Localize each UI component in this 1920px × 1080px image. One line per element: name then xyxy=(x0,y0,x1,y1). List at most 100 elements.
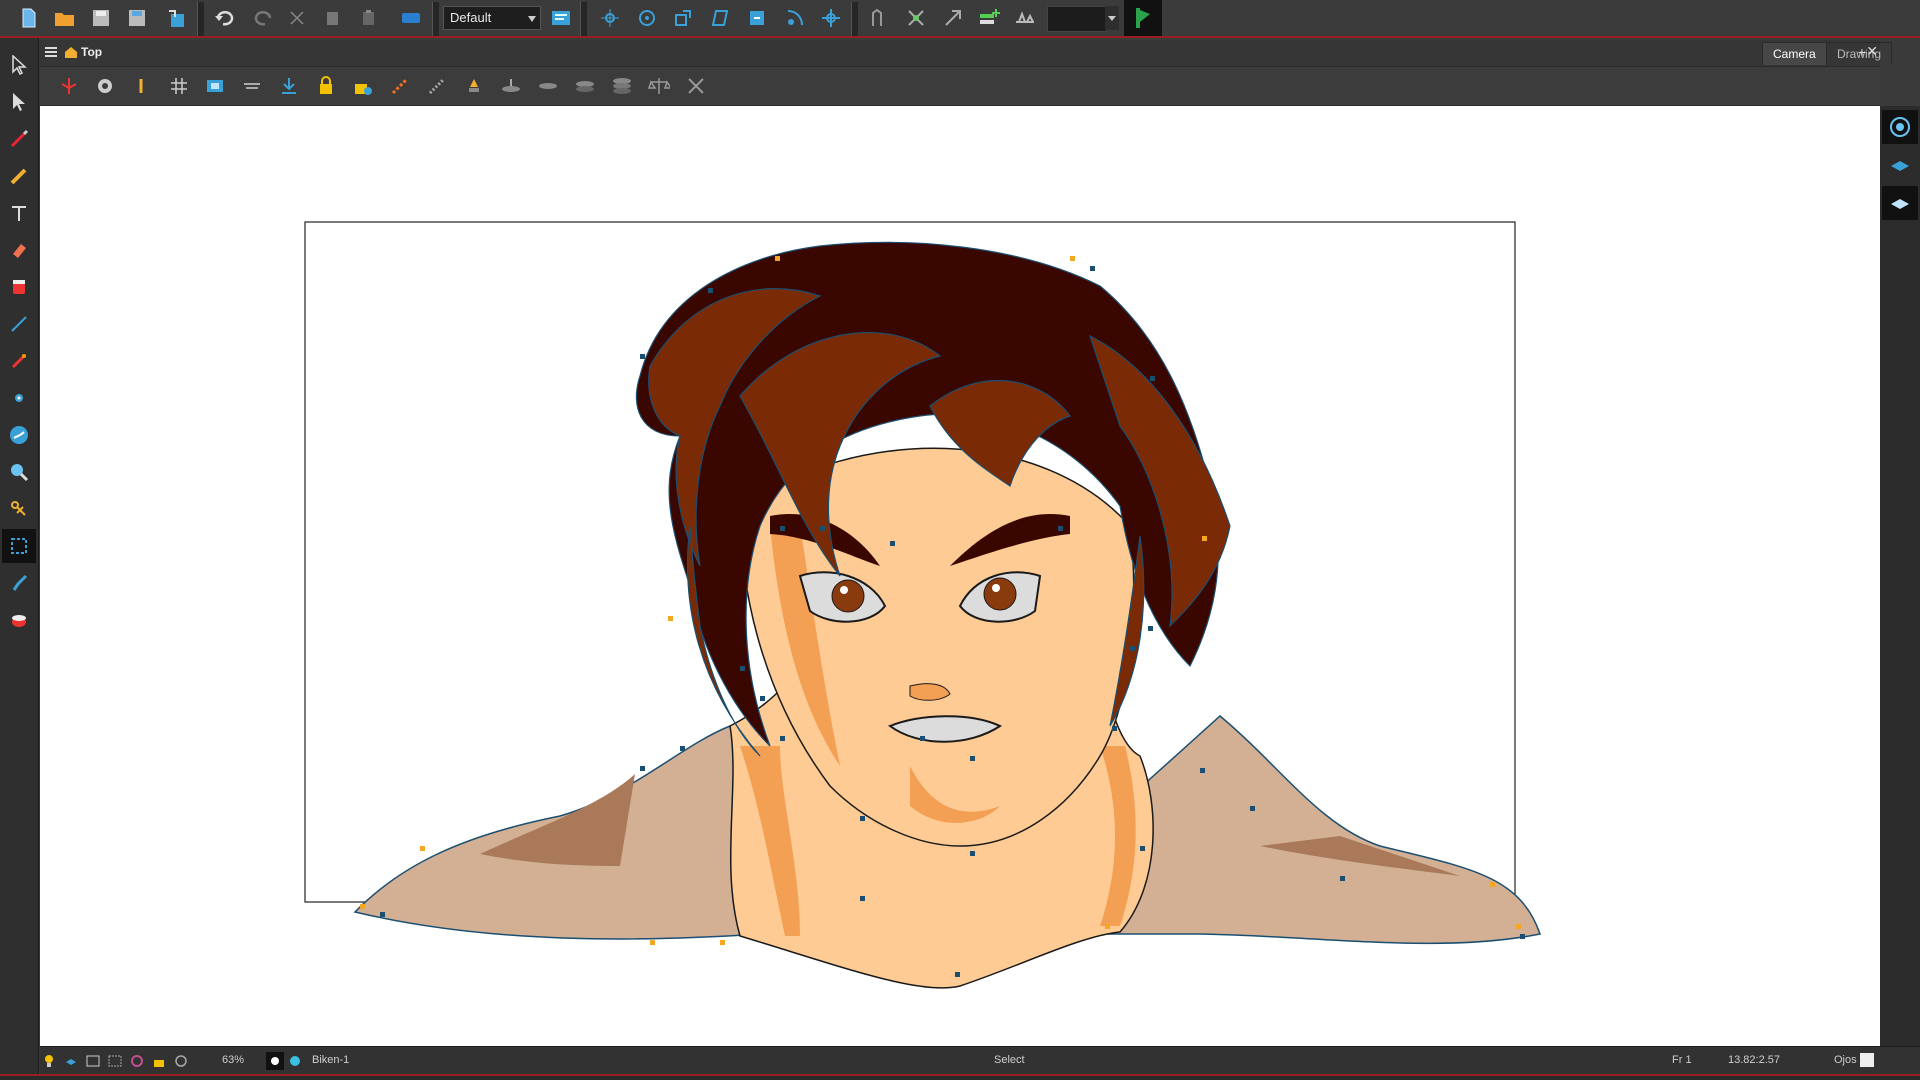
balance-icon[interactable] xyxy=(644,71,674,101)
eraser-tool-icon[interactable] xyxy=(2,233,36,267)
pivot-icon[interactable] xyxy=(780,3,810,33)
flatten-icon[interactable] xyxy=(496,71,526,101)
grid-icon[interactable] xyxy=(164,71,194,101)
paint-bucket-tool-icon[interactable] xyxy=(2,603,36,637)
right-eye-highlight xyxy=(992,584,1000,592)
jacket-shadow-left xyxy=(480,774,635,866)
ruler-icon[interactable] xyxy=(422,71,452,101)
rotate-icon[interactable] xyxy=(632,3,662,33)
frame-icon[interactable] xyxy=(84,1052,102,1070)
undo-icon[interactable] xyxy=(210,3,240,33)
auto-apply-icon[interactable] xyxy=(274,71,304,101)
chevron-down-icon xyxy=(528,16,536,22)
scale-icon[interactable] xyxy=(668,3,698,33)
colour-dropdown-icon[interactable] xyxy=(1105,6,1119,30)
copy-icon[interactable] xyxy=(318,3,348,33)
current-tool-label: Select xyxy=(994,1054,1025,1066)
camera-view-toolbar xyxy=(40,67,1880,106)
home-icon xyxy=(65,47,77,58)
tab-camera[interactable]: Camera xyxy=(1762,42,1827,65)
breadcrumb[interactable]: Top xyxy=(64,45,102,59)
onion-skin-toggle-icon[interactable] xyxy=(128,1052,146,1070)
line-tool-icon[interactable] xyxy=(2,307,36,341)
bone-icon[interactable] xyxy=(385,71,415,101)
ik-min-max-icon[interactable] xyxy=(938,3,968,33)
redo-icon[interactable] xyxy=(248,3,278,33)
stack-icon[interactable] xyxy=(570,71,600,101)
import-icon[interactable] xyxy=(162,3,192,33)
cut-icon[interactable] xyxy=(282,3,312,33)
library-icon[interactable] xyxy=(396,3,426,33)
close-panel-button[interactable]: ✕ xyxy=(1866,43,1878,60)
lock-toggle-icon[interactable] xyxy=(150,1052,168,1070)
cutter-tool-icon[interactable] xyxy=(2,529,36,563)
lock-icon[interactable] xyxy=(311,71,341,101)
window-bottom-border xyxy=(0,1074,1920,1080)
add-peg-icon[interactable] xyxy=(974,3,1004,33)
layer-stack-icon[interactable] xyxy=(62,1052,80,1070)
zoom-tool-icon[interactable] xyxy=(2,455,36,489)
paint-tool-icon[interactable] xyxy=(2,270,36,304)
reposition-icon[interactable] xyxy=(816,3,846,33)
right-iris xyxy=(983,577,1017,611)
left-eye-highlight xyxy=(840,586,848,594)
ik-hold-icon[interactable] xyxy=(901,3,931,33)
safe-area-icon[interactable] xyxy=(200,71,230,101)
current-colour-swatch[interactable] xyxy=(1047,6,1107,32)
layer-icon[interactable] xyxy=(533,71,563,101)
select-tool-icon[interactable] xyxy=(2,48,36,82)
show-layers-icon[interactable] xyxy=(1882,110,1918,144)
save-as-icon[interactable] xyxy=(122,3,152,33)
transform-icon[interactable] xyxy=(595,3,625,33)
add-panel-button[interactable]: + xyxy=(1858,44,1866,60)
brush-tool-icon[interactable] xyxy=(2,122,36,156)
contour-editor-tool-icon[interactable] xyxy=(2,85,36,119)
coordinates-readout: 13.82:2.57 xyxy=(1728,1054,1780,1066)
onion-skin-icon[interactable] xyxy=(1124,0,1162,36)
stack-more-icon[interactable] xyxy=(607,71,637,101)
drawing-name: Biken-1 xyxy=(312,1054,350,1066)
colour-picker-tool-icon[interactable] xyxy=(2,418,36,452)
layer-colour-swatch[interactable] xyxy=(1860,1053,1874,1067)
settings-icon[interactable] xyxy=(90,71,120,101)
line-art-layer-icon[interactable] xyxy=(1882,148,1918,182)
pencil-tool-icon[interactable] xyxy=(2,159,36,193)
cut-icon[interactable] xyxy=(681,71,711,101)
open-scene-icon[interactable] xyxy=(50,3,80,33)
light-table-icon[interactable] xyxy=(126,71,156,101)
current-layer-name: Ojos xyxy=(1834,1054,1857,1066)
status-bar: 63% Biken-1 Select Fr 1 13.82:2.57 Ojos xyxy=(40,1046,1920,1075)
camera-view-header: Top Camera Drawing + ✕ xyxy=(40,40,1893,67)
skew-icon[interactable] xyxy=(705,3,735,33)
inverse-kinematics-tool-icon[interactable] xyxy=(2,566,36,600)
main-toolbar: Default xyxy=(0,0,1920,38)
drawing-gear-icon[interactable] xyxy=(286,1052,304,1070)
safe-frame-icon[interactable] xyxy=(106,1052,124,1070)
zoom-level[interactable]: 63% xyxy=(222,1054,244,1066)
deformation-icon[interactable] xyxy=(1010,3,1040,33)
preset-select-value: Default xyxy=(450,10,492,25)
camera-view-canvas[interactable] xyxy=(40,106,1880,1046)
character-drawing xyxy=(304,221,1541,989)
view-menu-icon[interactable] xyxy=(43,44,59,60)
colour-art-layer-icon[interactable] xyxy=(1882,186,1918,220)
workspace-preset-select[interactable]: Default xyxy=(443,6,541,30)
sun-settings-icon[interactable] xyxy=(266,1052,284,1070)
shade-icon[interactable] xyxy=(459,71,489,101)
paste-icon[interactable] xyxy=(354,3,384,33)
left-iris xyxy=(831,579,865,613)
lock-all-icon[interactable] xyxy=(348,71,378,101)
ik-icon[interactable] xyxy=(864,3,894,33)
save-icon[interactable] xyxy=(86,3,116,33)
pivot-tool-icon[interactable] xyxy=(2,381,36,415)
text-tool-icon[interactable] xyxy=(2,196,36,230)
reset-view-icon[interactable] xyxy=(54,71,84,101)
reset-rotation-icon[interactable] xyxy=(172,1052,190,1070)
layout-icon[interactable] xyxy=(546,3,576,33)
stroke-tool-icon[interactable] xyxy=(2,344,36,378)
new-scene-icon[interactable] xyxy=(14,3,44,33)
rigging-tool-icon[interactable] xyxy=(2,492,36,526)
move-icon[interactable] xyxy=(742,3,772,33)
field-guide-icon[interactable] xyxy=(237,71,267,101)
light-bulb-icon[interactable] xyxy=(40,1052,58,1070)
